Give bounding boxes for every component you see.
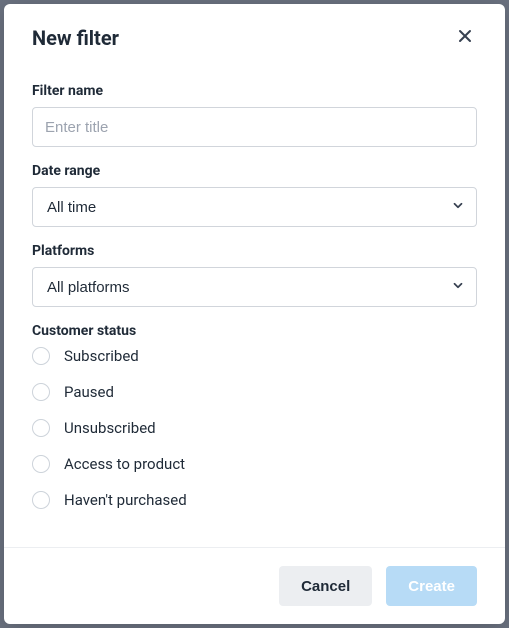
- customer-status-radio-list: Subscribed Paused Unsubscribed Access to…: [32, 347, 477, 509]
- close-icon: [457, 28, 473, 47]
- platforms-label: Platforms: [32, 243, 477, 259]
- platforms-select-wrap: All platforms: [32, 267, 477, 307]
- new-filter-modal: New filter Filter name Date range All ti…: [4, 4, 505, 624]
- customer-status-label: Customer status: [32, 323, 477, 339]
- platforms-select[interactable]: All platforms: [32, 267, 477, 307]
- radio-label: Haven't purchased: [64, 491, 187, 509]
- modal-title: New filter: [32, 26, 119, 50]
- date-range-select[interactable]: All time: [32, 187, 477, 227]
- filter-name-label: Filter name: [32, 83, 477, 99]
- date-range-label: Date range: [32, 163, 477, 179]
- radio-item-access-to-product[interactable]: Access to product: [32, 455, 477, 473]
- platforms-group: Platforms All platforms: [32, 243, 477, 307]
- radio-item-unsubscribed[interactable]: Unsubscribed: [32, 419, 477, 437]
- radio-item-paused[interactable]: Paused: [32, 383, 477, 401]
- radio-circle-icon: [32, 383, 50, 401]
- radio-circle-icon: [32, 491, 50, 509]
- modal-header: New filter: [4, 4, 505, 59]
- filter-name-group: Filter name: [32, 83, 477, 147]
- create-button[interactable]: Create: [386, 566, 477, 606]
- date-range-group: Date range All time: [32, 163, 477, 227]
- radio-label: Unsubscribed: [64, 419, 156, 437]
- radio-circle-icon: [32, 347, 50, 365]
- modal-body: Filter name Date range All time Platform…: [4, 59, 505, 547]
- cancel-button[interactable]: Cancel: [279, 566, 372, 606]
- close-button[interactable]: [453, 24, 477, 51]
- filter-name-input[interactable]: [32, 107, 477, 147]
- radio-item-subscribed[interactable]: Subscribed: [32, 347, 477, 365]
- date-range-select-wrap: All time: [32, 187, 477, 227]
- radio-circle-icon: [32, 455, 50, 473]
- radio-label: Subscribed: [64, 347, 139, 365]
- customer-status-group: Customer status Subscribed Paused Unsubs…: [32, 323, 477, 509]
- modal-footer: Cancel Create: [4, 547, 505, 624]
- radio-label: Access to product: [64, 455, 185, 473]
- radio-label: Paused: [64, 383, 114, 401]
- radio-circle-icon: [32, 419, 50, 437]
- radio-item-havent-purchased[interactable]: Haven't purchased: [32, 491, 477, 509]
